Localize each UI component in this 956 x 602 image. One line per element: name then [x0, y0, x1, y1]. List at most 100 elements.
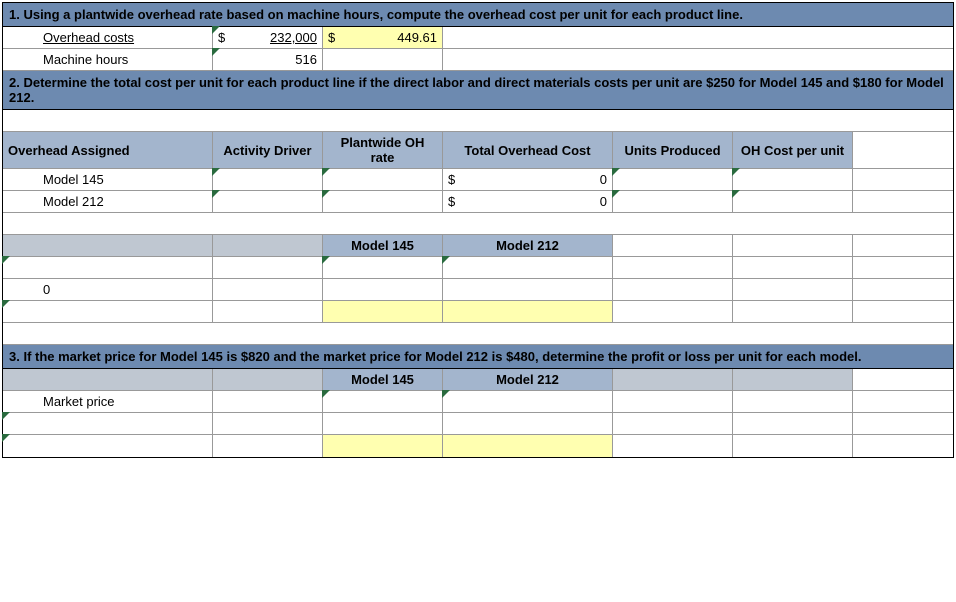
spacer — [613, 257, 733, 278]
overhead-value: 232,000 — [270, 30, 317, 45]
q3-header-row: Model 145 Model 212 — [3, 369, 953, 391]
model212-units-input[interactable] — [613, 191, 733, 212]
q2-header-row: Overhead Assigned Activity Driver Plantw… — [3, 132, 953, 169]
spacer — [733, 301, 853, 322]
spacer — [3, 323, 953, 344]
overhead-costs-label: Overhead costs — [3, 27, 213, 48]
spacer-row — [3, 323, 953, 345]
model212-label: Model 212 — [3, 191, 213, 212]
spacer — [443, 279, 613, 300]
spacer — [323, 279, 443, 300]
q3-label-3-input[interactable] — [3, 435, 213, 457]
spacer — [613, 235, 733, 256]
accounting-worksheet: 1. Using a plantwide overhead rate based… — [2, 2, 954, 458]
model145-units-input[interactable] — [613, 169, 733, 190]
spacer — [213, 413, 323, 434]
model145-activity-driver-input[interactable] — [213, 169, 323, 190]
summary-model145-header: Model 145 — [323, 235, 443, 256]
spacer-row — [3, 213, 953, 235]
q3-m145-market-input[interactable] — [323, 391, 443, 412]
spacer — [853, 191, 953, 212]
summary-zero-label: 0 — [3, 279, 213, 300]
spacer — [3, 110, 953, 131]
q3-market-price-row: Market price — [3, 391, 953, 413]
q3-row-2 — [3, 413, 953, 435]
activity-driver-header: Activity Driver — [213, 132, 323, 168]
rate-value: 449.61 — [397, 30, 437, 45]
overhead-currency: $ — [218, 30, 225, 45]
q3-label-2-input[interactable] — [3, 413, 213, 434]
m145-currency: $ — [448, 172, 455, 187]
summary-row-3 — [3, 301, 953, 323]
summary-model212-header: Model 212 — [443, 235, 613, 256]
spacer — [323, 413, 443, 434]
overhead-assigned-header: Overhead Assigned — [3, 132, 213, 168]
summary-header-row: Model 145 Model 212 — [3, 235, 953, 257]
spacer — [443, 27, 953, 48]
q3-model145-header: Model 145 — [323, 369, 443, 390]
model145-row: Model 145 $ 0 — [3, 169, 953, 191]
spacer — [853, 435, 953, 457]
oh-cost-per-unit-header: OH Cost per unit — [733, 132, 853, 168]
spacer — [853, 169, 953, 190]
machine-hours-row: Machine hours 516 — [3, 49, 953, 71]
spacer — [3, 369, 213, 390]
market-price-label: Market price — [3, 391, 213, 412]
spacer — [733, 435, 853, 457]
m145-total: 0 — [600, 172, 607, 187]
spacer — [613, 391, 733, 412]
units-produced-header: Units Produced — [613, 132, 733, 168]
spacer — [213, 301, 323, 322]
spacer — [3, 213, 953, 234]
machine-hours-label: Machine hours — [3, 49, 213, 70]
q3-m212-market-input[interactable] — [443, 391, 613, 412]
summary-label-3-input[interactable] — [3, 301, 213, 322]
spacer — [733, 413, 853, 434]
model212-oh-cost-input[interactable] — [733, 191, 853, 212]
q3-m145-result — [323, 435, 443, 457]
spacer-row — [3, 110, 953, 132]
spacer — [613, 435, 733, 457]
machine-hours-value: 516 — [295, 52, 317, 67]
summary-m212-r1-input[interactable] — [443, 257, 613, 278]
model145-oh-rate-input[interactable] — [323, 169, 443, 190]
spacer — [733, 257, 853, 278]
summary-m212-result — [443, 301, 613, 322]
machine-hours-input[interactable]: 516 — [213, 49, 323, 70]
spacer — [853, 279, 953, 300]
model145-oh-cost-input[interactable] — [733, 169, 853, 190]
spacer — [853, 369, 953, 390]
plantwide-oh-rate-header: Plantwide OH rate — [323, 132, 443, 168]
spacer — [213, 279, 323, 300]
summary-label-1-input[interactable] — [3, 257, 213, 278]
spacer — [853, 235, 953, 256]
overhead-costs-row: Overhead costs $ 232,000 $ 449.61 — [3, 27, 953, 49]
spacer — [853, 257, 953, 278]
spacer — [213, 235, 323, 256]
q2-prompt: 2. Determine the total cost per unit for… — [3, 71, 953, 110]
q3-m212-result — [443, 435, 613, 457]
spacer — [853, 132, 953, 168]
q1-prompt: 1. Using a plantwide overhead rate based… — [3, 3, 953, 27]
model212-activity-driver-input[interactable] — [213, 191, 323, 212]
summary-m145-r1-input[interactable] — [323, 257, 443, 278]
rate-currency: $ — [328, 30, 335, 45]
total-overhead-cost-header: Total Overhead Cost — [443, 132, 613, 168]
spacer — [853, 413, 953, 434]
spacer — [733, 235, 853, 256]
spacer — [213, 369, 323, 390]
spacer — [613, 301, 733, 322]
spacer — [733, 279, 853, 300]
spacer — [323, 49, 443, 70]
overhead-costs-input[interactable]: $ 232,000 — [213, 27, 323, 48]
spacer — [613, 279, 733, 300]
spacer — [613, 413, 733, 434]
summary-m145-result — [323, 301, 443, 322]
plantwide-rate-output: $ 449.61 — [323, 27, 443, 48]
model212-oh-rate-input[interactable] — [323, 191, 443, 212]
spacer — [853, 391, 953, 412]
spacer — [853, 301, 953, 322]
model212-row: Model 212 $ 0 — [3, 191, 953, 213]
spacer — [733, 391, 853, 412]
spacer — [443, 49, 953, 70]
